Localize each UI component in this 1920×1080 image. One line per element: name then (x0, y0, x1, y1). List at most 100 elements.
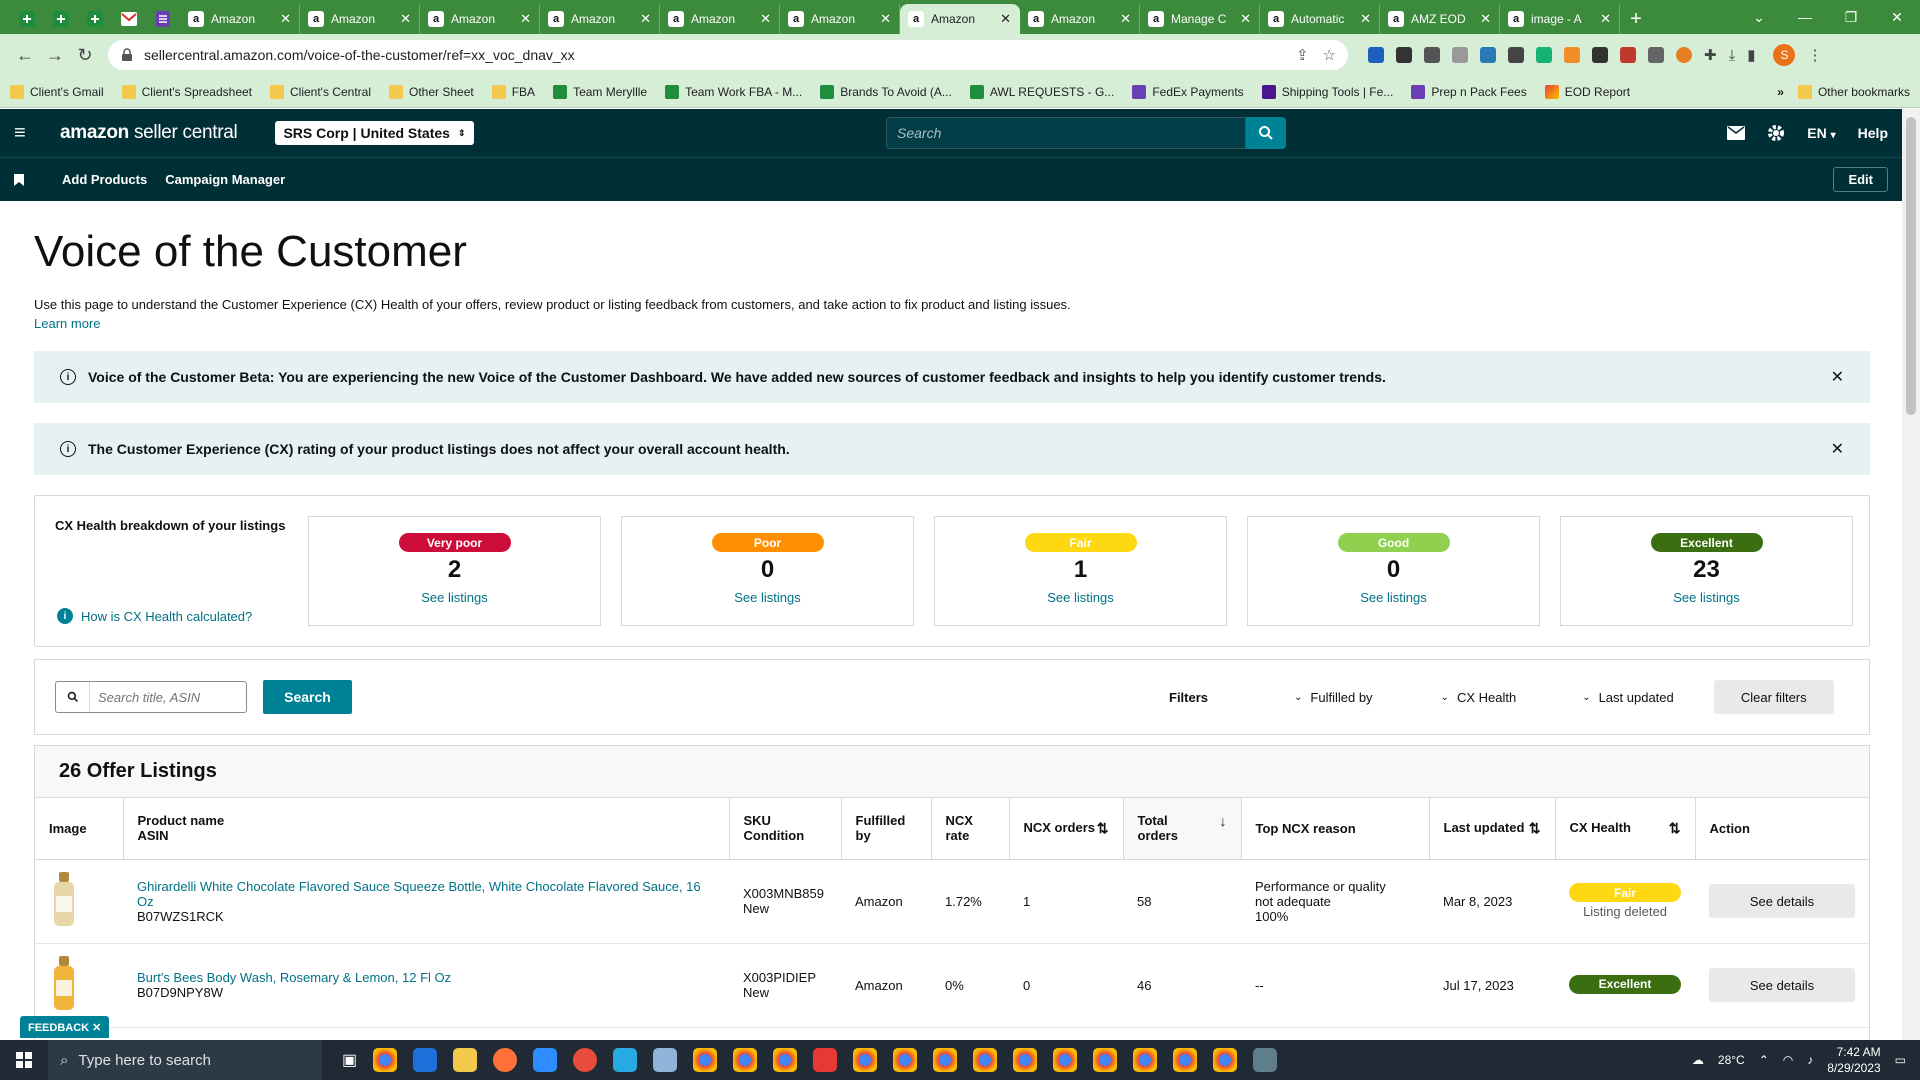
sort-icon[interactable]: ⇅ (1097, 820, 1109, 837)
col-total-orders[interactable]: ↓ Total orders (1123, 798, 1242, 860)
col-ncx-orders[interactable]: NCX orders ⇅ (1009, 798, 1124, 860)
product-link[interactable]: Ghirardelli White Chocolate Flavored Sau… (137, 879, 715, 909)
col-cx-health[interactable]: CX Health ⇅ (1555, 798, 1696, 860)
extension-icon[interactable] (1536, 47, 1552, 63)
global-search-input[interactable]: Search (886, 117, 1246, 149)
see-listings-link[interactable]: See listings (1360, 590, 1426, 605)
close-tab-icon[interactable]: ✕ (280, 11, 291, 27)
close-tab-icon[interactable]: ✕ (1240, 11, 1251, 27)
chrome-icon[interactable] (1013, 1048, 1038, 1072)
chrome-icon[interactable] (1173, 1048, 1198, 1072)
calculator-icon[interactable] (1253, 1048, 1278, 1072)
bookmark-item[interactable]: Team Meryllle (553, 84, 647, 99)
cx-how-link[interactable]: How is CX Health calculated? (81, 609, 252, 624)
see-details-button[interactable]: See details (1709, 968, 1855, 1002)
pinned-tab-sheets[interactable] (10, 4, 44, 34)
chrome-icon[interactable] (733, 1048, 758, 1072)
bookmark-icon[interactable] (14, 173, 24, 186)
browser-tab[interactable]: a Amazon ✕ (420, 4, 540, 34)
page-scrollbar[interactable] (1902, 109, 1920, 1040)
mail-icon[interactable] (1727, 126, 1746, 140)
close-tab-icon[interactable]: ✕ (880, 11, 891, 27)
address-bar[interactable]: sellercentral.amazon.com/voice-of-the-cu… (108, 40, 1348, 70)
chrome-icon[interactable] (693, 1048, 718, 1072)
bookmark-item[interactable]: Client's Spreadsheet (121, 84, 252, 99)
close-tab-icon[interactable]: ✕ (400, 11, 411, 27)
browser-tab[interactable]: a Amazon ✕ (900, 4, 1020, 34)
close-icon[interactable]: ✕ (1831, 367, 1844, 387)
extension-icon[interactable] (1396, 47, 1412, 63)
weather-temp[interactable]: 28°C (1718, 1053, 1745, 1067)
help-link[interactable]: Help (1858, 125, 1888, 141)
search-input[interactable] (90, 689, 240, 705)
chrome-icon[interactable] (1053, 1048, 1078, 1072)
extension-icon[interactable] (1424, 47, 1440, 63)
bookmark-item[interactable]: FedEx Payments (1132, 84, 1244, 99)
windows-start-icon[interactable] (0, 1052, 48, 1068)
chevron-up-icon[interactable]: ⌃ (1759, 1053, 1769, 1067)
sidepanel-icon[interactable]: ▮ (1747, 46, 1755, 64)
bookmark-item[interactable]: EOD Report (1544, 84, 1630, 99)
scrollbar-thumb[interactable] (1906, 117, 1916, 415)
last-updated-filter[interactable]: ⌄ Last updated (1582, 690, 1674, 705)
extension-icon[interactable] (1368, 47, 1384, 63)
browser-tab[interactable]: a Amazon ✕ (660, 4, 780, 34)
close-tab-icon[interactable]: ✕ (1120, 11, 1131, 27)
clear-filters-button[interactable]: Clear filters (1713, 680, 1834, 714)
chrome-icon[interactable] (773, 1048, 798, 1072)
product-thumbnail[interactable] (49, 871, 79, 928)
star-icon[interactable]: ☆ (1323, 46, 1336, 64)
back-icon[interactable]: ← (10, 40, 40, 70)
browser-tab[interactable]: a AMZ EOD ✕ (1380, 4, 1500, 34)
restore-icon[interactable]: ❐ (1828, 9, 1874, 26)
chrome-icon[interactable] (893, 1048, 918, 1072)
close-tab-icon[interactable]: ✕ (520, 11, 531, 27)
zoom-icon[interactable] (533, 1048, 558, 1072)
app-icon[interactable] (653, 1048, 678, 1072)
see-listings-link[interactable]: See listings (1673, 590, 1739, 605)
reload-icon[interactable]: ↻ (70, 40, 100, 70)
weather-icon[interactable]: ☁ (1692, 1053, 1704, 1067)
extension-icon[interactable] (1452, 47, 1468, 63)
pinned-tab-forms[interactable] (146, 4, 180, 34)
bookmark-item[interactable]: AWL REQUESTS - G... (969, 84, 1114, 99)
task-view-icon[interactable]: ▣ (342, 1050, 357, 1070)
browser-tab[interactable]: a Manage C ✕ (1140, 4, 1260, 34)
search-icon[interactable] (1246, 117, 1286, 149)
taskbar-search[interactable]: ⌕ Type here to search (48, 1040, 322, 1080)
bookmark-item[interactable]: Other Sheet (389, 84, 474, 99)
language-selector[interactable]: EN ▾ (1807, 125, 1835, 141)
learn-more-link[interactable]: Learn more (34, 316, 1870, 331)
chrome-icon[interactable] (1093, 1048, 1118, 1072)
file-explorer-icon[interactable] (453, 1048, 478, 1072)
feedback-button[interactable]: FEEDBACK ✕ (20, 1016, 110, 1038)
browser-tab[interactable]: a Automatic ✕ (1260, 4, 1380, 34)
bookmark-item[interactable]: Client's Central (270, 84, 371, 99)
close-window-icon[interactable]: ✕ (1874, 9, 1920, 26)
nav-add-products[interactable]: Add Products (62, 172, 147, 187)
extension-icon[interactable] (1648, 47, 1664, 63)
share-icon[interactable]: ⇪ (1296, 46, 1309, 64)
tab-search-icon[interactable]: ⌄ (1736, 9, 1782, 26)
notifications-icon[interactable]: ▭ (1895, 1053, 1906, 1067)
browser-tab[interactable]: a Amazon ✕ (300, 4, 420, 34)
app-icon[interactable] (813, 1048, 838, 1072)
pinned-tab-sheets[interactable] (44, 4, 78, 34)
extension-icon[interactable] (1676, 47, 1692, 63)
chrome-icon[interactable] (1213, 1048, 1238, 1072)
extension-icon[interactable] (1620, 47, 1636, 63)
close-tab-icon[interactable]: ✕ (1600, 11, 1611, 27)
forward-icon[interactable]: → (40, 40, 70, 70)
mail-app-icon[interactable] (413, 1048, 438, 1072)
puzzle-icon[interactable]: ✚ (1704, 46, 1717, 64)
close-tab-icon[interactable]: ✕ (1000, 11, 1011, 27)
nav-campaign-manager[interactable]: Campaign Manager (165, 172, 285, 187)
app-icon[interactable] (573, 1048, 598, 1072)
firefox-icon[interactable] (493, 1048, 518, 1072)
bookmark-item[interactable]: Client's Gmail (10, 84, 104, 99)
close-icon[interactable]: ✕ (1831, 439, 1844, 459)
gear-icon[interactable] (1767, 124, 1785, 142)
other-bookmarks[interactable]: Other bookmarks (1797, 84, 1910, 99)
browser-tab[interactable]: a image - A ✕ (1500, 4, 1620, 34)
chrome-icon[interactable] (933, 1048, 958, 1072)
